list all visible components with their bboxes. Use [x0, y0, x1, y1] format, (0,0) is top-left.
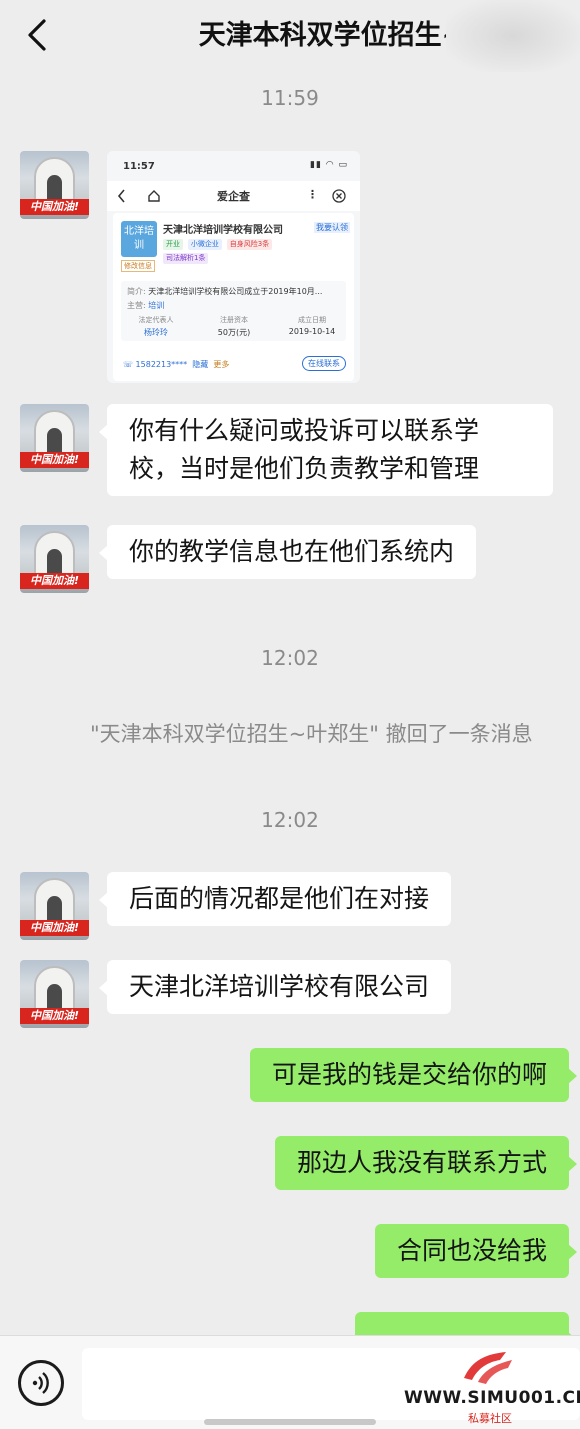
- company-tags-row2: 司法解析1条: [163, 253, 210, 264]
- message-text: 合同也没给我: [396, 1236, 547, 1265]
- chat-header: 天津本科双学位招生~叶: [0, 0, 580, 72]
- contact-avatar[interactable]: 中国加油!: [20, 525, 89, 593]
- contact-avatar[interactable]: 中国加油!: [20, 151, 89, 219]
- image-message[interactable]: 11:57 ▮▮ ◠ ▭ 爱企查 ⋮ 北洋培训 天津北洋培训学校有限公司 我要认…: [107, 151, 360, 383]
- voice-input-icon[interactable]: [18, 1360, 64, 1406]
- message-text: 你的教学信息也在他们系统内: [129, 537, 455, 566]
- contact-avatar[interactable]: 中国加油!: [20, 404, 89, 472]
- image-nav-bar: 爱企查 ⋮: [107, 181, 360, 211]
- company-name: 天津北洋培训学校有限公司: [163, 225, 283, 236]
- avatar-badge-text: 中国加油!: [20, 199, 89, 215]
- blurred-profile-icon[interactable]: [446, 0, 580, 72]
- intro-label: 简介:: [127, 287, 146, 296]
- tag-risk: 自身风险3条: [226, 239, 273, 250]
- message-bubble[interactable]: 天津北洋培训学校有限公司: [98, 960, 452, 1014]
- capital-col: 注册资本 50万(元): [217, 316, 251, 337]
- edit-info-tag: 修改信息: [121, 260, 155, 272]
- timestamp: 12:02: [261, 808, 319, 832]
- main-value: 培训: [148, 301, 165, 310]
- online-contact-button: 在线联系: [302, 356, 346, 371]
- contact-avatar[interactable]: 中国加油!: [20, 960, 89, 1028]
- verified-badge: 我要认领: [314, 222, 350, 233]
- signal-battery-icon: ▮▮ ◠ ▭: [310, 160, 348, 170]
- timestamp: 11:59: [261, 86, 319, 110]
- watermark: WWW.SIMU001.CN 私募社区: [400, 1348, 580, 1426]
- watermark-sub: 私募社区: [468, 1412, 512, 1425]
- tag-judicial: 司法解析1条: [163, 253, 209, 264]
- contact-avatar[interactable]: 中国加油!: [20, 872, 89, 940]
- intro-text: 天津北洋培训学校有限公司成立于2019年10月...: [148, 287, 323, 296]
- message-bubble[interactable]: 你的教学信息也在他们系统内: [98, 525, 477, 579]
- image-close-icon: [332, 189, 346, 203]
- tag-status: 开业: [163, 239, 183, 250]
- image-app-title: 爱企查: [217, 190, 250, 203]
- watermark-site: WWW.SIMU001.CN: [404, 1388, 580, 1408]
- image-more-icon: ⋮: [307, 188, 318, 201]
- sent-message-bubble[interactable]: 可是我的钱是交给你的啊: [249, 1048, 578, 1102]
- main-label: 主营:: [127, 301, 146, 310]
- message-bubble[interactable]: 你有什么疑问或投诉可以联系学 校，当时是他们负责教学和管理: [99, 404, 553, 496]
- company-card: 北洋培训 天津北洋培训学校有限公司 我要认领 开业 小微企业 自身风险3条 司法…: [113, 213, 354, 381]
- tag-size: 小微企业: [187, 239, 222, 250]
- sent-message-bubble[interactable]: 合同也没给我: [374, 1224, 578, 1278]
- company-phone: ☏ 1582213**** 隐藏 更多: [123, 360, 230, 369]
- image-status-time: 11:57: [123, 161, 155, 172]
- legal-rep-col: 法定代表人 杨玲玲: [138, 316, 174, 337]
- back-arrow-icon[interactable]: [24, 18, 54, 52]
- message-bubble[interactable]: 后面的情况都是他们在对接: [98, 872, 452, 926]
- watermark-logo-icon: [464, 1352, 512, 1384]
- message-line: 校，当时是他们负责教学和管理: [129, 454, 480, 483]
- message-text: 后面的情况都是他们在对接: [129, 884, 430, 913]
- message-text: 天津北洋培训学校有限公司: [129, 972, 430, 1001]
- company-logo: 北洋培训: [121, 221, 157, 257]
- sent-message-bubble[interactable]: 那边人我没有联系方式: [274, 1136, 578, 1190]
- message-text: 那边人我没有联系方式: [296, 1148, 547, 1177]
- sent-message-bubble-partial[interactable]: [355, 1312, 577, 1348]
- timestamp: 12:02: [261, 646, 319, 670]
- message-text: 可是我的钱是交给你的啊: [271, 1060, 547, 1089]
- recall-notice: "天津本科双学位招生~叶郑生" 撤回了一条消息: [90, 722, 533, 746]
- company-intro: 简介: 天津北洋培训学校有限公司成立于2019年10月... 主营: 培训 法定…: [121, 281, 346, 341]
- founded-col: 成立日期 2019-10-14: [288, 316, 336, 336]
- message-line: 你有什么疑问或投诉可以联系学: [129, 416, 480, 445]
- company-tags: 开业 小微企业 自身风险3条: [163, 239, 274, 250]
- home-indicator: [204, 1419, 376, 1425]
